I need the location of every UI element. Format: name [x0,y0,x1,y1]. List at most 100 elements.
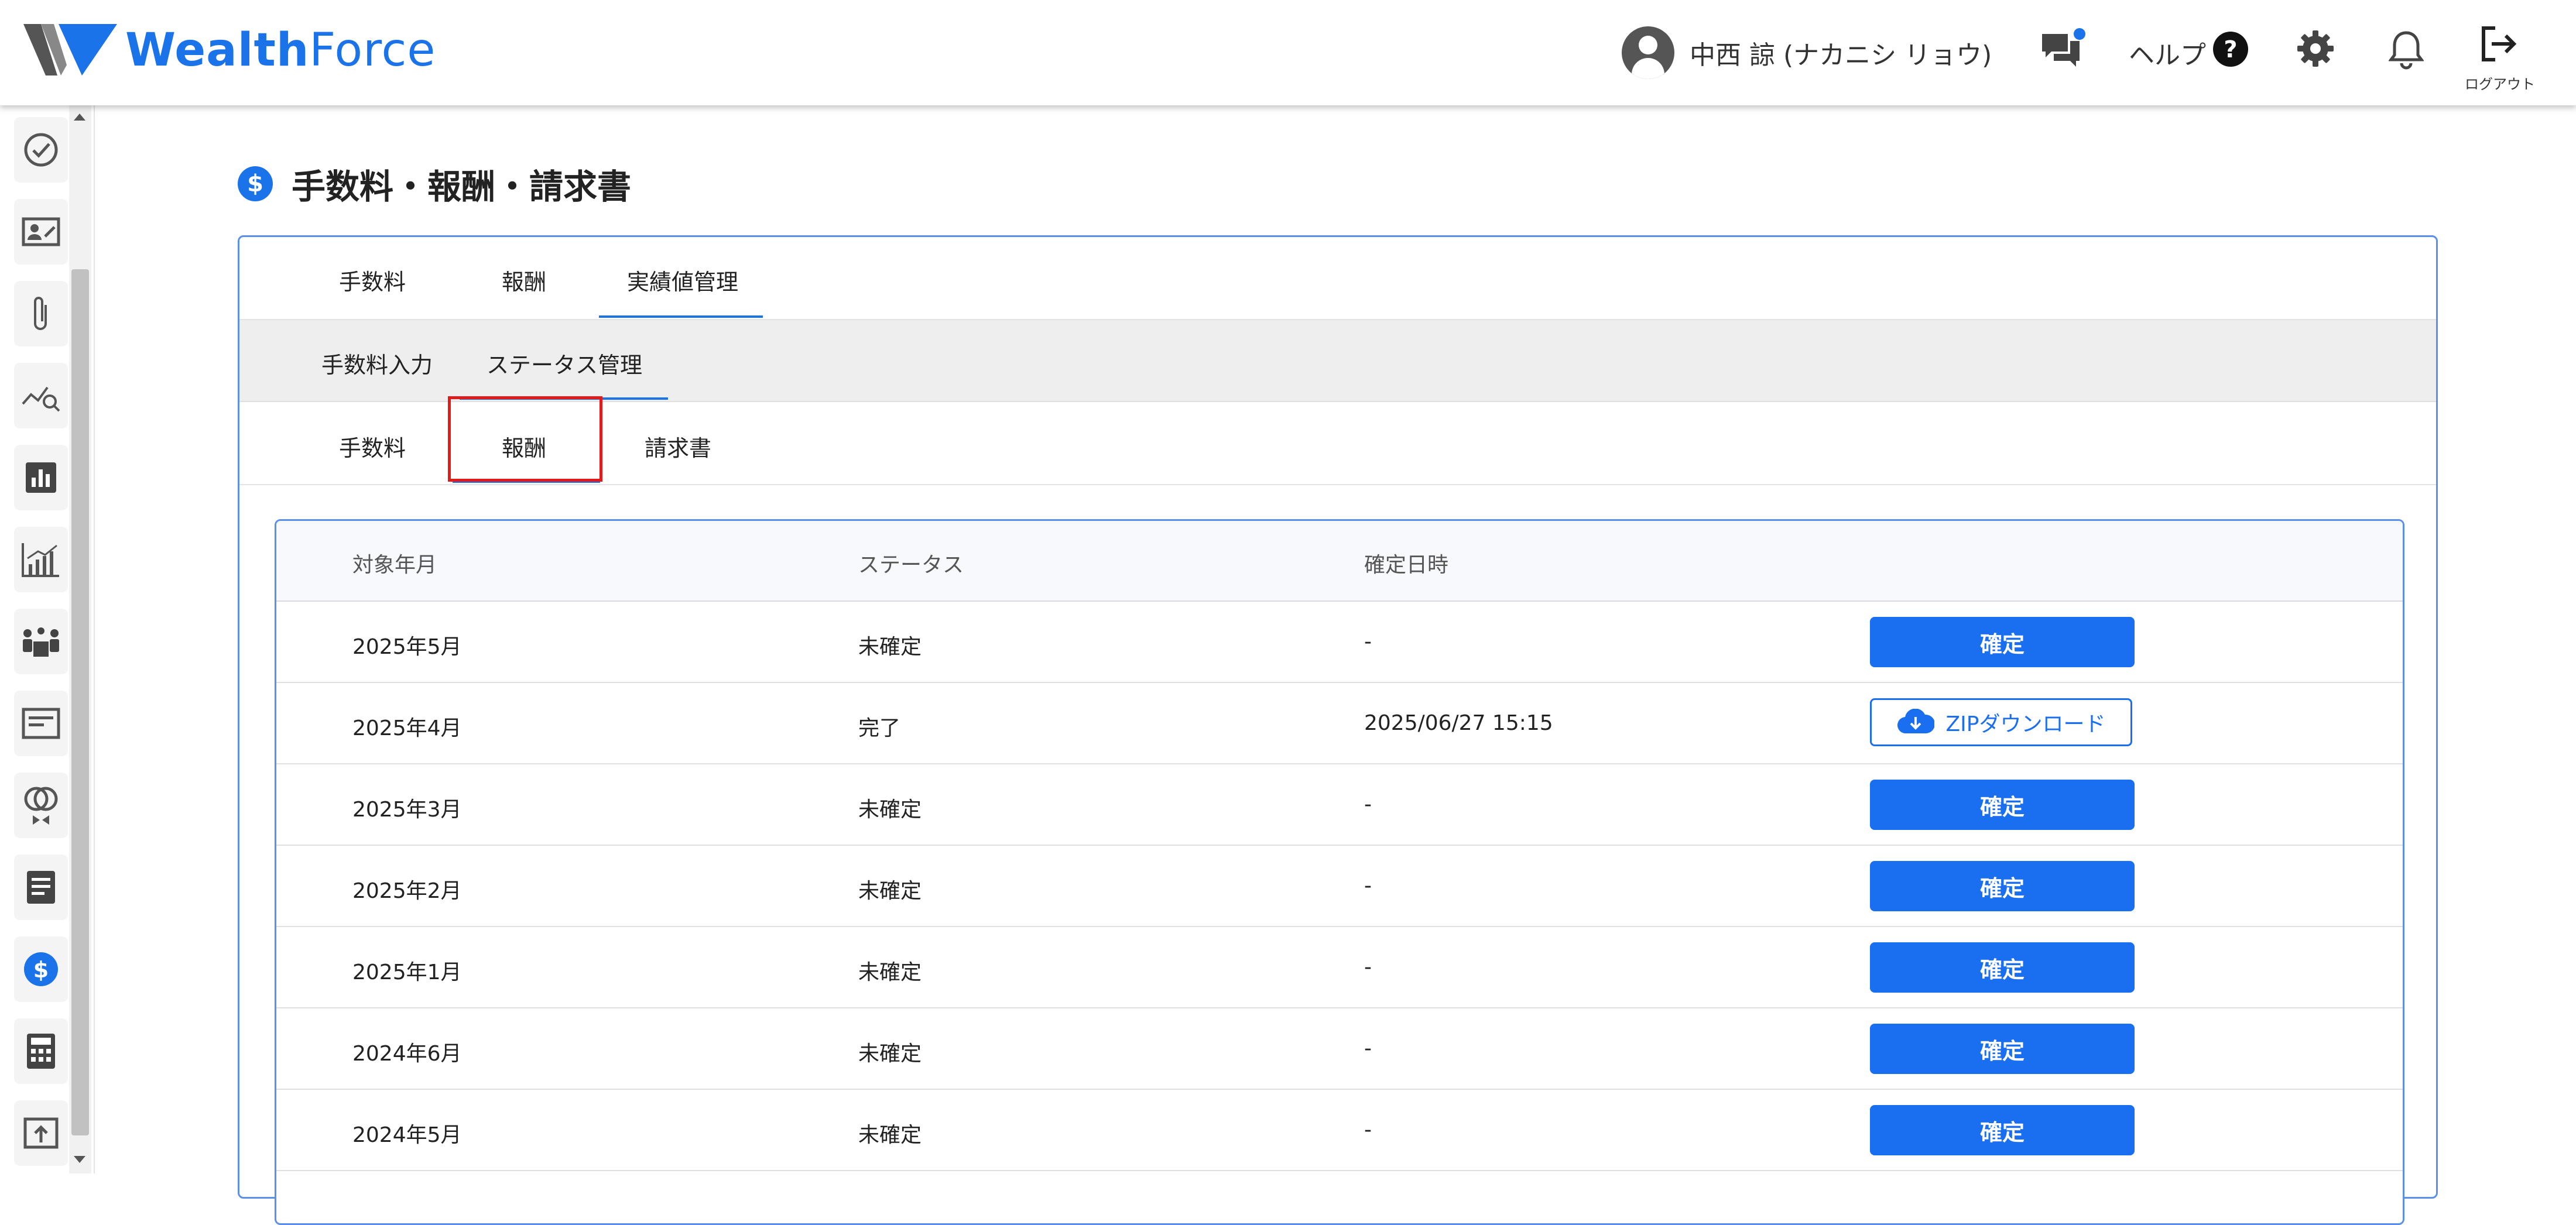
cell-confirmed-at: - [1364,1118,1372,1142]
dollar-icon: $ [238,166,273,201]
cell-month: 2024年6月 [352,1042,462,1066]
table-row: 2025年3月 未確定 - 確定 [276,764,2403,846]
cell-status: 未確定 [858,1042,922,1066]
primary-tabs: 手数料 報酬 実績値管理 [239,237,2436,320]
active-tab-indicator [599,315,763,318]
sidebar-item-upload[interactable] [14,1100,68,1166]
wealthforce-logo-mark-icon [23,24,117,76]
cell-confirmed-at: - [1364,874,1372,898]
cell-status: 未確定 [858,635,922,659]
column-header-confirmed-at: 確定日時 [1364,553,1449,577]
confirm-button[interactable]: 確定 [1870,1105,2135,1155]
page-title-row: $ 手数料・報酬・請求書 [238,159,631,208]
growth-chart-icon [22,543,59,577]
cell-confirmed-at: - [1364,1037,1372,1061]
table-header: 対象年月 ステータス 確定日時 [276,521,2403,602]
sidebar-item-documents[interactable] [14,855,68,920]
logout-icon[interactable] [2478,23,2519,67]
content-card: 手数料 報酬 実績値管理 手数料入力 ステータス管理 手数料 報酬 請求書 対象… [238,235,2438,1225]
confirm-button[interactable]: 確定 [1870,861,2135,911]
cell-confirmed-at: 2025/06/27 15:15 [1364,711,1553,735]
upload-box-icon [23,1117,59,1149]
sidebar-item-calculator[interactable] [14,1018,68,1084]
sidebar: $ [0,105,95,1173]
chart-search-icon [22,386,60,412]
cloud-download-icon [1897,709,1934,734]
cell-month: 2024年5月 [352,1123,462,1147]
secondary-tabs: 手数料入力 ステータス管理 [239,320,2436,402]
svg-text:?: ? [2224,36,2237,63]
chat-icon[interactable] [2039,27,2085,76]
tab-rewards[interactable]: 報酬 [502,264,546,296]
cell-confirmed-at: - [1364,792,1372,816]
sidebar-item-analysis[interactable] [14,363,68,428]
cell-status: 未確定 [858,879,922,903]
tab-status-fees[interactable]: 手数料 [339,430,406,462]
calculator-icon [27,1034,55,1069]
user-name: 中西 諒 (ナカニシ リョウ) [1690,40,1992,70]
cell-status: 完了 [858,716,901,740]
bar-chart-box-icon [26,462,56,493]
column-header-status: ステータス [858,553,964,577]
user-avatar-icon [1622,26,1674,79]
highlight-annotation-box [448,396,602,482]
cell-status: 未確定 [858,960,922,984]
sidebar-item-profile[interactable] [14,199,68,265]
scroll-up-arrow-icon[interactable] [74,114,85,121]
cell-confirmed-at: - [1364,630,1372,654]
sidebar-item-reports[interactable] [14,445,68,510]
paperclip-icon [34,297,47,330]
sidebar-item-cards[interactable] [14,691,68,756]
table-row: 2024年6月 未確定 - 確定 [276,1008,2403,1090]
zip-download-label: ZIPダウンロード [1945,712,2106,736]
table-row: 2025年4月 完了 2025/06/27 15:15 ZIPダウンロード [276,683,2403,764]
bell-icon[interactable] [2388,29,2424,73]
sidebar-item-attachments[interactable] [14,281,68,346]
gear-icon[interactable] [2296,29,2335,70]
cell-month: 2025年3月 [352,798,462,822]
scroll-down-arrow-icon[interactable] [74,1156,85,1163]
app-logo[interactable]: WealthForce [23,21,436,80]
sidebar-item-meetings[interactable] [14,609,68,674]
sidebar-item-growth[interactable] [14,527,68,592]
svg-text:$: $ [33,957,49,983]
cell-status: 未確定 [858,1123,922,1147]
status-table: 対象年月 ステータス 確定日時 2025年5月 未確定 - 確定 2025年4月… [275,519,2404,1225]
zip-download-button[interactable]: ZIPダウンロード [1870,698,2132,746]
sidebar-item-fees[interactable]: $ [14,936,68,1002]
help-icon[interactable]: ? [2212,30,2249,70]
cell-month: 2025年2月 [352,879,462,903]
card-icon [22,708,60,739]
help-label[interactable]: ヘルプ [2129,34,2206,71]
rings-icon [24,787,58,825]
logo-text: WealthForce [125,24,436,77]
cell-month: 2025年4月 [352,716,462,740]
table-row: 2025年1月 未確定 - 確定 [276,927,2403,1008]
check-circle-icon [24,133,58,167]
tab-fees[interactable]: 手数料 [339,264,406,296]
user-menu[interactable]: 中西 諒 (ナカニシ リョウ) [1622,23,1992,82]
tab-status-management[interactable]: ステータス管理 [487,347,642,379]
confirm-button[interactable]: 確定 [1870,1024,2135,1074]
table-row: 2025年5月 未確定 - 確定 [276,602,2403,683]
id-card-edit-icon [22,217,60,246]
confirm-button[interactable]: 確定 [1870,617,2135,667]
tab-fee-input[interactable]: 手数料入力 [321,347,433,379]
sidebar-item-check[interactable] [14,117,68,183]
confirm-button[interactable]: 確定 [1870,780,2135,830]
dollar-icon: $ [24,952,58,986]
cell-month: 2025年1月 [352,960,462,984]
confirm-button[interactable]: 確定 [1870,942,2135,993]
page-title: 手数料・報酬・請求書 [292,167,632,207]
table-row: 2025年2月 未確定 - 確定 [276,846,2403,927]
document-icon [27,871,55,904]
table-row: 2024年5月 未確定 - 確定 [276,1090,2403,1171]
column-header-month: 対象年月 [352,553,437,577]
logout-label[interactable]: ログアウト [2462,73,2538,93]
cell-status: 未確定 [858,798,922,822]
sidebar-item-partners[interactable] [14,773,68,838]
tab-status-invoices[interactable]: 請求書 [645,430,711,462]
tab-actuals-management[interactable]: 実績値管理 [627,264,738,296]
cell-month: 2025年5月 [352,635,462,659]
sidebar-scroll-thumb[interactable] [71,269,89,1135]
